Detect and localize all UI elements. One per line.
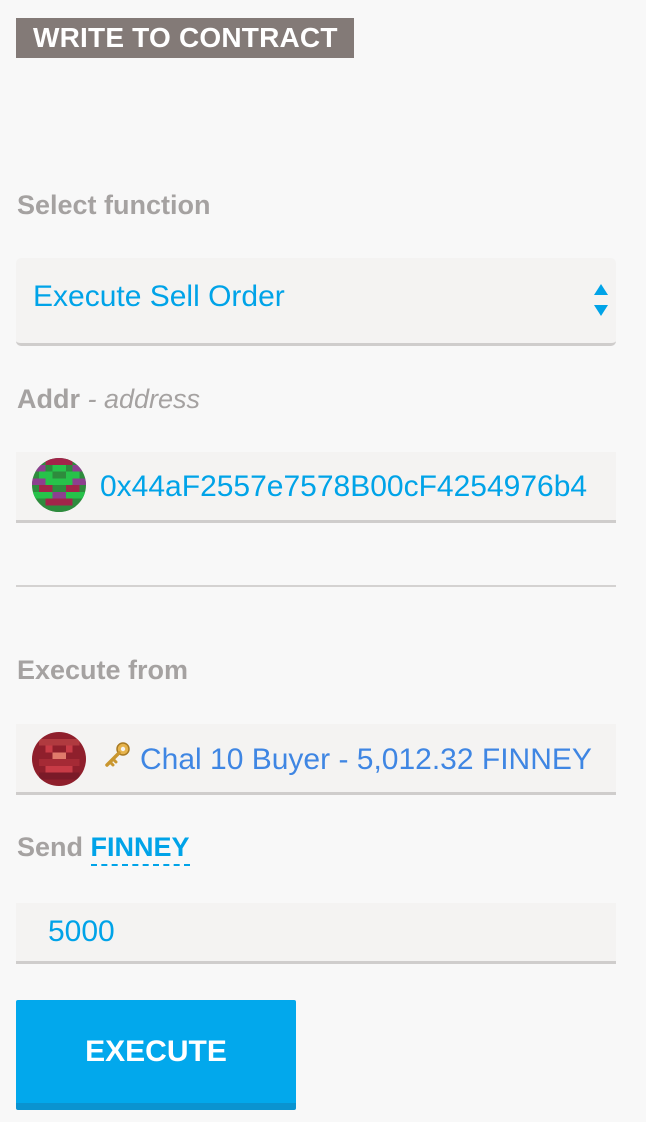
- addr-value[interactable]: 0x44aF2557e7578B00cF4254976b4: [100, 470, 587, 504]
- execute-button[interactable]: EXECUTE: [16, 1000, 296, 1110]
- send-unit-selector[interactable]: FINNEY: [90, 832, 190, 866]
- addr-input[interactable]: 0x44aF2557e7578B00cF4254976b4: [16, 452, 616, 523]
- execute-from-value[interactable]: Chal 10 Buyer - 5,012.32 FINNEY: [140, 743, 592, 777]
- function-select-value[interactable]: Execute Sell Order: [33, 280, 285, 314]
- send-label-text: Send: [17, 832, 84, 862]
- key-icon: [105, 742, 130, 767]
- select-function-label: Select function: [17, 190, 211, 220]
- send-label: Send FINNEY: [17, 832, 190, 866]
- addr-type-hint: address: [104, 384, 201, 414]
- function-select[interactable]: Execute Sell Order: [16, 258, 616, 346]
- send-amount-input[interactable]: 5000: [16, 903, 616, 964]
- address-identicon: [32, 458, 86, 512]
- execute-from-label: Execute from: [17, 655, 189, 685]
- addr-label-name: Addr: [17, 384, 80, 414]
- send-amount-value[interactable]: 5000: [48, 915, 115, 949]
- account-identicon: [32, 732, 86, 786]
- addr-label-separator: -: [80, 384, 104, 414]
- section-title: WRITE TO CONTRACT: [16, 18, 354, 58]
- execute-from-select[interactable]: Chal 10 Buyer - 5,012.32 FINNEY: [16, 724, 616, 795]
- divider: [16, 585, 616, 587]
- addr-label: Addr - address: [17, 384, 200, 415]
- up-down-arrows-icon[interactable]: [594, 284, 608, 316]
